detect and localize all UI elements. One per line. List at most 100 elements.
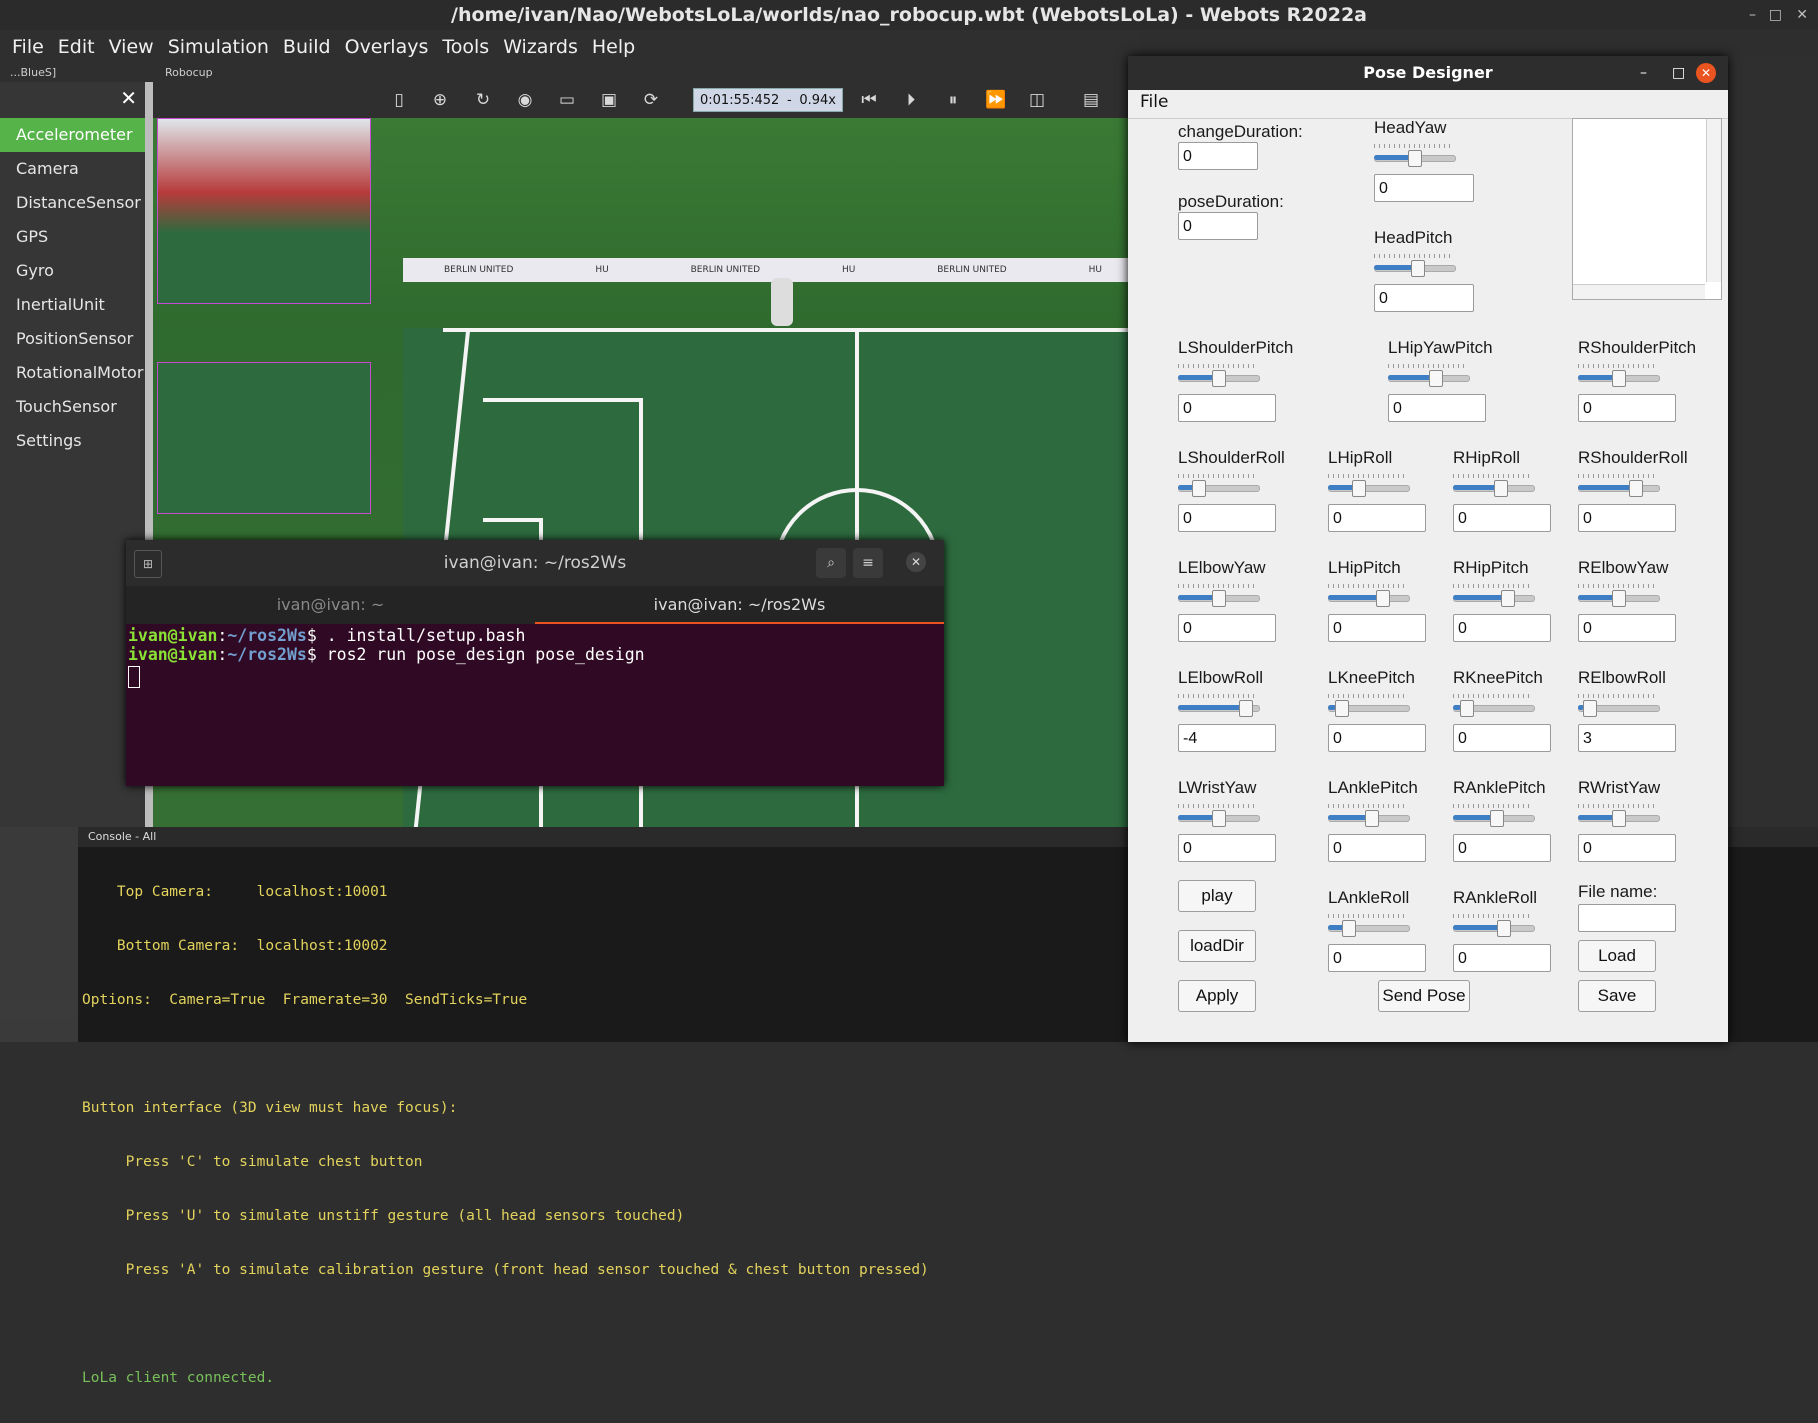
nao-robot[interactable] [771, 278, 793, 326]
sidebar-item-accelerometer[interactable]: Accelerometer [0, 118, 145, 152]
rankle-pitch-slider[interactable] [1453, 804, 1535, 830]
lhip-pitch-slider[interactable] [1328, 584, 1410, 610]
terminal-output[interactable]: ivan@ivan:~/ros2Ws$ . install/setup.bash… [126, 624, 946, 788]
load-button[interactable]: Load [1578, 940, 1656, 972]
relbow-yaw-input[interactable]: 0 [1578, 614, 1676, 642]
lshoulder-pitch-input[interactable]: 0 [1178, 394, 1276, 422]
rknee-pitch-input[interactable]: 0 [1453, 724, 1551, 752]
rankle-roll-input[interactable]: 0 [1453, 944, 1551, 972]
pause-icon[interactable]: ⏸ [943, 90, 963, 110]
save-icon[interactable]: ▣ [599, 90, 619, 110]
sidebar-item-settings[interactable]: Settings [0, 424, 145, 458]
menu-overlays[interactable]: Overlays [345, 36, 429, 58]
lshoulder-roll-input[interactable]: 0 [1178, 504, 1276, 532]
maximize-icon[interactable]: □ [1769, 0, 1782, 30]
sidebar-item-rotationalmotor[interactable]: RotationalMotor [0, 356, 145, 390]
minimize-icon[interactable]: – [1749, 0, 1756, 30]
reset-simulation-icon[interactable]: ⏮ [859, 90, 879, 110]
minimize-icon[interactable]: – [1640, 56, 1647, 90]
eye-icon[interactable]: ◉ [515, 90, 535, 110]
rshoulder-roll-input[interactable]: 0 [1578, 504, 1676, 532]
reset-view-icon[interactable]: ↻ [473, 90, 493, 110]
lelbow-roll-input[interactable]: -4 [1178, 724, 1276, 752]
menu-tools[interactable]: Tools [442, 36, 489, 58]
lhip-roll-input[interactable]: 0 [1328, 504, 1426, 532]
sidebar-item-positionsensor[interactable]: PositionSensor [0, 322, 145, 356]
lhip-yaw-pitch-slider[interactable] [1388, 364, 1470, 390]
pose-designer-file-menu[interactable]: File [1140, 92, 1168, 112]
menu-view[interactable]: View [109, 36, 154, 58]
head-pitch-slider[interactable] [1374, 254, 1456, 280]
lankle-roll-slider[interactable] [1328, 914, 1410, 940]
file-name-input[interactable] [1578, 904, 1676, 932]
relbow-yaw-slider[interactable] [1578, 584, 1660, 610]
menu-help[interactable]: Help [592, 36, 635, 58]
lknee-pitch-slider[interactable] [1328, 694, 1410, 720]
add-node-icon[interactable]: ⊕ [430, 90, 450, 110]
send-pose-button[interactable]: Send Pose [1378, 980, 1470, 1012]
render-toggle-icon[interactable]: ◫ [1027, 90, 1047, 110]
sidebar-item-distancesensor[interactable]: DistanceSensor [0, 186, 145, 220]
play-button[interactable]: play [1178, 880, 1256, 912]
rwrist-yaw-slider[interactable] [1578, 804, 1660, 830]
lhip-roll-slider[interactable] [1328, 474, 1410, 500]
change-duration-input[interactable]: 0 [1178, 142, 1258, 170]
head-pitch-input[interactable]: 0 [1374, 284, 1474, 312]
hamburger-menu-icon[interactable]: ≡ [853, 548, 883, 578]
lelbow-yaw-slider[interactable] [1178, 584, 1260, 610]
rhip-roll-slider[interactable] [1453, 474, 1535, 500]
sidebar-item-gyro[interactable]: Gyro [0, 254, 145, 288]
close-icon[interactable]: ✕ [1696, 63, 1716, 83]
step-icon[interactable]: ⏵ [901, 90, 921, 110]
terminal-tab[interactable]: ivan@ivan: ~ [126, 586, 535, 624]
menu-file[interactable]: File [12, 36, 44, 58]
sidebar-item-gps[interactable]: GPS [0, 220, 145, 254]
robocup-tab[interactable]: Robocup [165, 66, 213, 79]
lhip-pitch-input[interactable]: 0 [1328, 614, 1426, 642]
rankle-pitch-input[interactable]: 0 [1453, 834, 1551, 862]
close-icon[interactable]: ✕ [906, 552, 926, 572]
rhip-pitch-slider[interactable] [1453, 584, 1535, 610]
menu-simulation[interactable]: Simulation [168, 36, 269, 58]
record-movie-icon[interactable]: ▤ [1081, 90, 1101, 110]
console-output[interactable]: Top Camera: localhost:10001 Bottom Camer… [82, 847, 929, 1423]
lknee-pitch-input[interactable]: 0 [1328, 724, 1426, 752]
menu-build[interactable]: Build [283, 36, 331, 58]
menu-edit[interactable]: Edit [58, 36, 95, 58]
lankle-roll-input[interactable]: 0 [1328, 944, 1426, 972]
rknee-pitch-slider[interactable] [1453, 694, 1535, 720]
rwrist-yaw-input[interactable]: 0 [1578, 834, 1676, 862]
lwrist-yaw-input[interactable]: 0 [1178, 834, 1276, 862]
sidebar-item-inertialunit[interactable]: InertialUnit [0, 288, 145, 322]
lwrist-yaw-slider[interactable] [1178, 804, 1260, 830]
maximize-icon[interactable]: □ [1672, 56, 1685, 90]
head-yaw-input[interactable]: 0 [1374, 174, 1474, 202]
toggle-panel-icon[interactable]: ▯ [389, 90, 409, 110]
pose-file-list[interactable] [1572, 118, 1722, 300]
top-camera-overlay[interactable] [157, 118, 371, 304]
rhip-pitch-input[interactable]: 0 [1453, 614, 1551, 642]
rshoulder-roll-slider[interactable] [1578, 474, 1660, 500]
rhip-roll-input[interactable]: 0 [1453, 504, 1551, 532]
open-folder-icon[interactable]: ▭ [557, 90, 577, 110]
relbow-roll-slider[interactable] [1578, 694, 1660, 720]
lhip-yaw-pitch-input[interactable]: 0 [1388, 394, 1486, 422]
terminal-tab-active[interactable]: ivan@ivan: ~/ros2Ws [535, 586, 944, 624]
save-button[interactable]: Save [1578, 980, 1656, 1012]
close-icon[interactable]: ✕ [1796, 0, 1808, 30]
head-yaw-slider[interactable] [1374, 144, 1456, 170]
lshoulder-pitch-slider[interactable] [1178, 364, 1260, 390]
lelbow-roll-slider[interactable] [1178, 694, 1260, 720]
fast-forward-icon[interactable]: ⏩ [985, 90, 1006, 110]
load-dir-button[interactable]: loadDir [1178, 930, 1256, 962]
bottom-camera-overlay[interactable] [157, 362, 371, 514]
pose-duration-input[interactable]: 0 [1178, 212, 1258, 240]
rshoulder-pitch-slider[interactable] [1578, 364, 1660, 390]
relbow-roll-input[interactable]: 3 [1578, 724, 1676, 752]
rankle-roll-slider[interactable] [1453, 914, 1535, 940]
new-tab-icon[interactable]: ⊞ [134, 550, 162, 578]
lshoulder-roll-slider[interactable] [1178, 474, 1260, 500]
rshoulder-pitch-input[interactable]: 0 [1578, 394, 1676, 422]
sidebar-item-touchsensor[interactable]: TouchSensor [0, 390, 145, 424]
search-icon[interactable]: ⌕ [816, 548, 846, 578]
